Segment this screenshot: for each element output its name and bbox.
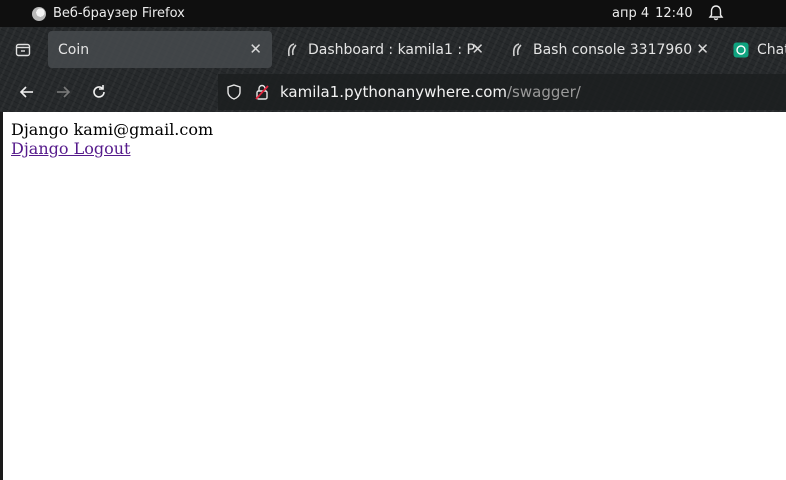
close-tab-icon[interactable]: ✕ (471, 40, 484, 58)
active-app-name: Веб-браузер Firefox (53, 6, 185, 21)
close-tab-icon[interactable]: ✕ (249, 40, 262, 58)
pythonanywhere-icon (509, 42, 525, 58)
page-content: Django kami@gmail.com Django Logout (0, 112, 786, 480)
list-all-tabs-button[interactable] (0, 27, 46, 72)
clock-date: апр 4 (612, 6, 650, 21)
tab-chatgpt[interactable]: Chat (730, 31, 786, 68)
clock-time: 12:40 (655, 6, 693, 21)
forward-button[interactable] (51, 80, 75, 104)
back-button[interactable] (15, 80, 39, 104)
forward-arrow-icon (57, 86, 71, 98)
url-text[interactable]: kamila1.pythonanywhere.com/swagger/ (280, 74, 581, 110)
reload-icon (93, 85, 105, 98)
tab-title: Coin (58, 41, 90, 58)
tab-bash-console[interactable]: Bash console 33179609 ✕ (505, 31, 719, 68)
tab-title: Chat (757, 41, 786, 58)
active-app-menu[interactable]: Веб-браузер Firefox (32, 0, 185, 27)
pythonanywhere-icon (284, 42, 300, 58)
logged-in-user-text: Django kami@gmail.com (11, 120, 214, 139)
system-top-bar: Веб-браузер Firefox апр 4 12:40 (0, 0, 786, 27)
tracking-protection-shield-icon[interactable] (225, 83, 243, 105)
address-bar[interactable]: kamila1.pythonanywhere.com/swagger/ (218, 74, 786, 110)
logout-link[interactable]: Django Logout (11, 139, 130, 158)
tab-dashboard[interactable]: Dashboard : kamila1 : Py ✕ (280, 31, 494, 68)
tab-title: Dashboard : kamila1 : Py (308, 41, 476, 58)
tab-title: Bash console 33179609 (533, 41, 693, 58)
clock[interactable]: апр 4 12:40 (612, 0, 693, 27)
tab-coin[interactable]: Coin ✕ (48, 31, 272, 68)
url-host: kamila1.pythonanywhere.com (280, 83, 507, 101)
close-tab-icon[interactable]: ✕ (696, 40, 709, 58)
navigation-toolbar: kamila1.pythonanywhere.com/swagger/ (0, 72, 786, 112)
chatgpt-icon (733, 42, 749, 58)
tab-strip: Coin ✕ Dashboard : kamila1 : Py ✕ Bash c… (0, 27, 786, 72)
back-arrow-icon (19, 86, 33, 98)
notification-bell-icon[interactable] (707, 4, 725, 22)
firefox-icon (32, 6, 46, 21)
url-path: /swagger/ (507, 83, 581, 101)
reload-button[interactable] (87, 80, 111, 104)
insecure-connection-lock-icon[interactable] (253, 83, 271, 105)
browser-chrome: Coin ✕ Dashboard : kamila1 : Py ✕ Bash c… (0, 27, 786, 112)
tab-overview-icon (15, 43, 31, 56)
